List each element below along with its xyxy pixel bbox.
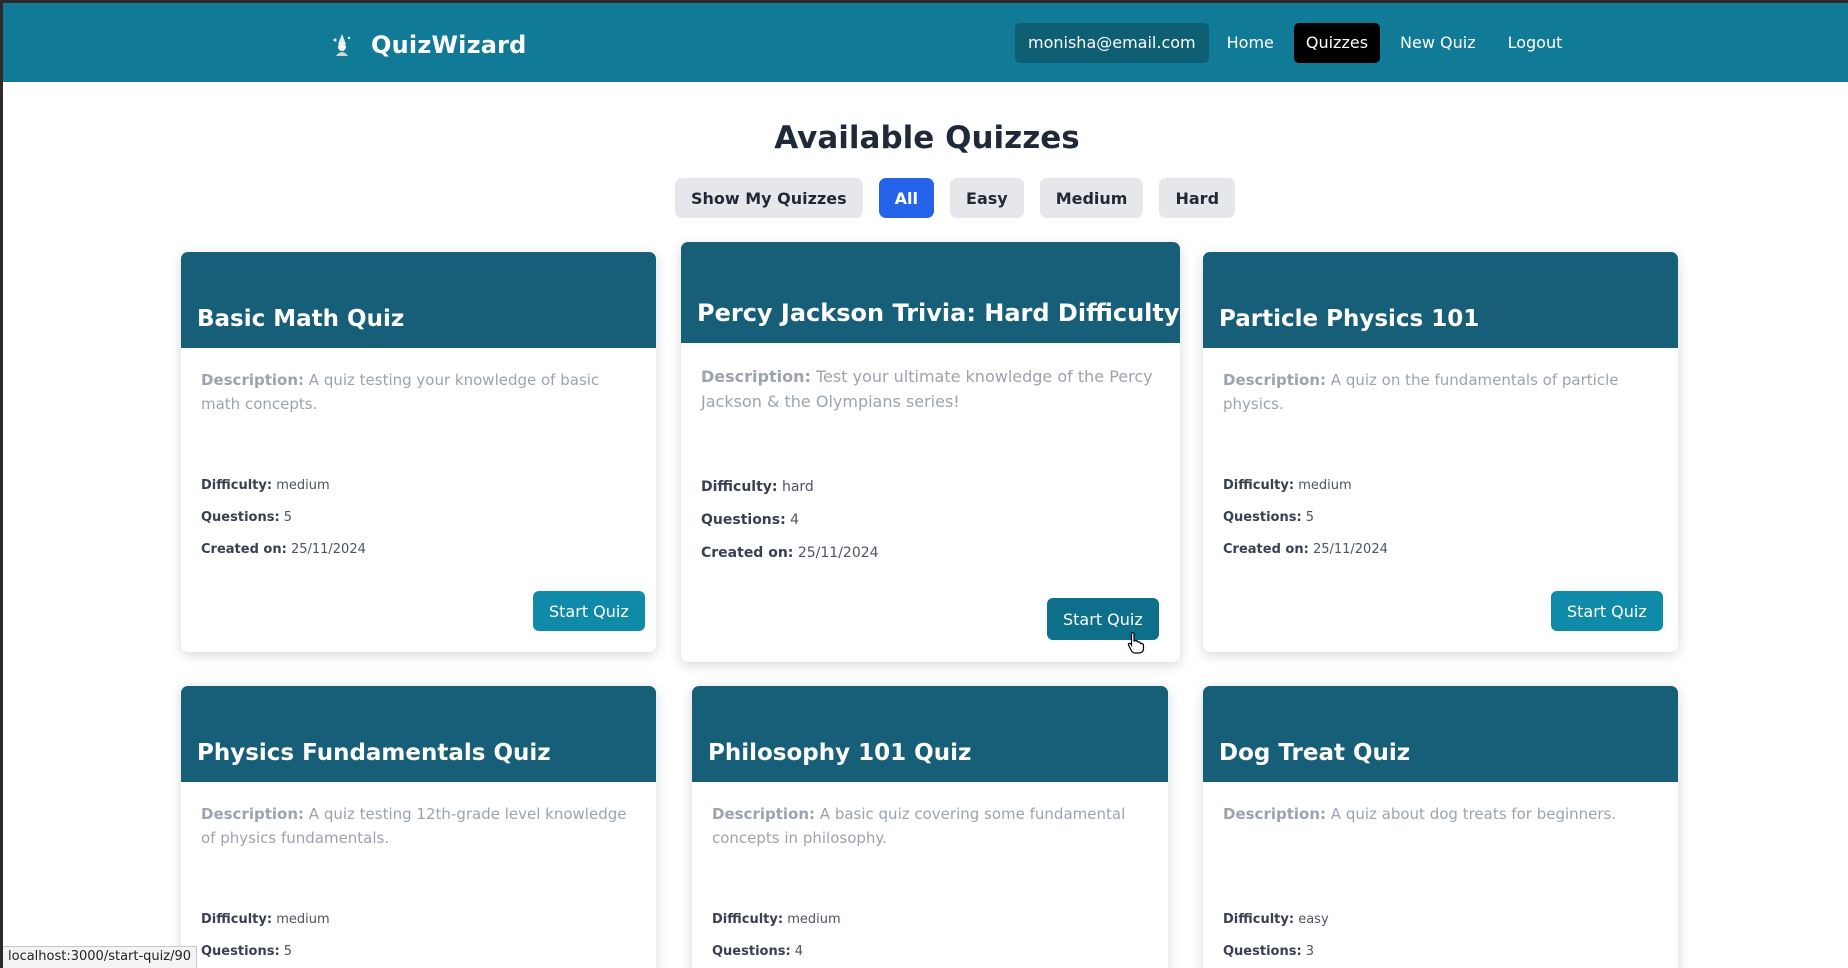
quiz-difficulty: Difficulty: medium <box>201 478 330 493</box>
nav-quizzes[interactable]: Quizzes <box>1293 23 1381 63</box>
quiz-card-header: Philosophy 101 Quiz <box>692 686 1168 782</box>
quiz-card: Basic Math Quiz Description: A quiz test… <box>181 252 656 652</box>
wizard-icon <box>329 32 355 58</box>
top-navbar: QuizWizard monisha@email.com Home Quizze… <box>3 0 1848 82</box>
quiz-card: Philosophy 101 Quiz Description: A basic… <box>692 686 1168 968</box>
filter-easy-button[interactable]: Easy <box>950 178 1024 218</box>
quiz-card-header: Dog Treat Quiz <box>1203 686 1678 782</box>
filter-all-button[interactable]: All <box>878 178 935 218</box>
quiz-card: Physics Fundamentals Quiz Description: A… <box>181 686 656 968</box>
brand-name: QuizWizard <box>371 31 527 59</box>
quiz-questions: Questions: 5 <box>201 510 293 525</box>
quiz-card-header: Physics Fundamentals Quiz <box>181 686 656 782</box>
brand[interactable]: QuizWizard <box>329 27 527 63</box>
filter-hard-button[interactable]: Hard <box>1159 178 1236 218</box>
filter-medium-button[interactable]: Medium <box>1039 178 1144 218</box>
quiz-difficulty: Difficulty: medium <box>1223 478 1352 493</box>
quiz-card-header: Particle Physics 101 <box>1203 252 1678 348</box>
quiz-description: Description: Test your ultimate knowledg… <box>701 367 1153 411</box>
quiz-title: Basic Math Quiz <box>197 306 405 332</box>
quiz-description: Description: A quiz testing 12th-grade l… <box>201 805 627 847</box>
start-quiz-button[interactable]: Start Quiz <box>533 591 645 631</box>
user-email-badge[interactable]: monisha@email.com <box>1015 23 1209 63</box>
quiz-created: Created on: 25/11/2024 <box>701 545 879 561</box>
quiz-difficulty: Difficulty: medium <box>201 912 330 927</box>
quiz-questions: Questions: 4 <box>701 512 800 528</box>
quiz-description: Description: A quiz on the fundamentals … <box>1223 371 1619 413</box>
start-quiz-button[interactable]: Start Quiz <box>1551 591 1663 631</box>
quiz-questions: Questions: 4 <box>712 944 804 959</box>
quiz-description: Description: A quiz about dog treats for… <box>1223 805 1617 823</box>
quiz-title: Philosophy 101 Quiz <box>708 740 972 766</box>
quiz-title: Physics Fundamentals Quiz <box>197 740 551 766</box>
quiz-title: Particle Physics 101 <box>1219 306 1480 332</box>
filter-my-quizzes-button[interactable]: Show My Quizzes <box>675 178 863 218</box>
quiz-card-header: Percy Jackson Trivia: Hard Difficulty <box>681 242 1180 343</box>
nav-logout[interactable]: Logout <box>1496 23 1575 63</box>
quiz-questions: Questions: 5 <box>1223 510 1315 525</box>
browser-status-url: localhost:3000/start-quiz/90 <box>3 946 198 968</box>
filter-bar: Show My Quizzes All Easy Medium Hard <box>675 178 1236 218</box>
quiz-card: Particle Physics 101 Description: A quiz… <box>1203 252 1678 652</box>
quiz-title: Percy Jackson Trivia: Hard Difficulty <box>697 299 1180 327</box>
quiz-title: Dog Treat Quiz <box>1219 740 1411 766</box>
quiz-difficulty: Difficulty: easy <box>1223 912 1329 927</box>
nav-home[interactable]: Home <box>1215 23 1286 63</box>
quiz-questions: Questions: 3 <box>1223 944 1315 959</box>
quiz-difficulty: Difficulty: hard <box>701 479 814 495</box>
quiz-difficulty: Difficulty: medium <box>712 912 841 927</box>
hand-cursor-icon <box>1127 632 1145 658</box>
quiz-description: Description: A quiz testing your knowled… <box>201 371 600 413</box>
quiz-card: Percy Jackson Trivia: Hard Difficulty De… <box>681 242 1180 662</box>
quiz-card: Dog Treat Quiz Description: A quiz about… <box>1203 686 1678 968</box>
quiz-questions: Questions: 5 <box>201 944 293 959</box>
page-title: Available Quizzes <box>774 120 1080 156</box>
quiz-description: Description: A basic quiz covering some … <box>712 805 1126 847</box>
quiz-created: Created on: 25/11/2024 <box>201 542 366 557</box>
nav-links: monisha@email.com Home Quizzes New Quiz … <box>1015 23 1582 63</box>
quiz-card-header: Basic Math Quiz <box>181 252 656 348</box>
nav-new-quiz[interactable]: New Quiz <box>1388 23 1488 63</box>
quiz-created: Created on: 25/11/2024 <box>1223 542 1388 557</box>
